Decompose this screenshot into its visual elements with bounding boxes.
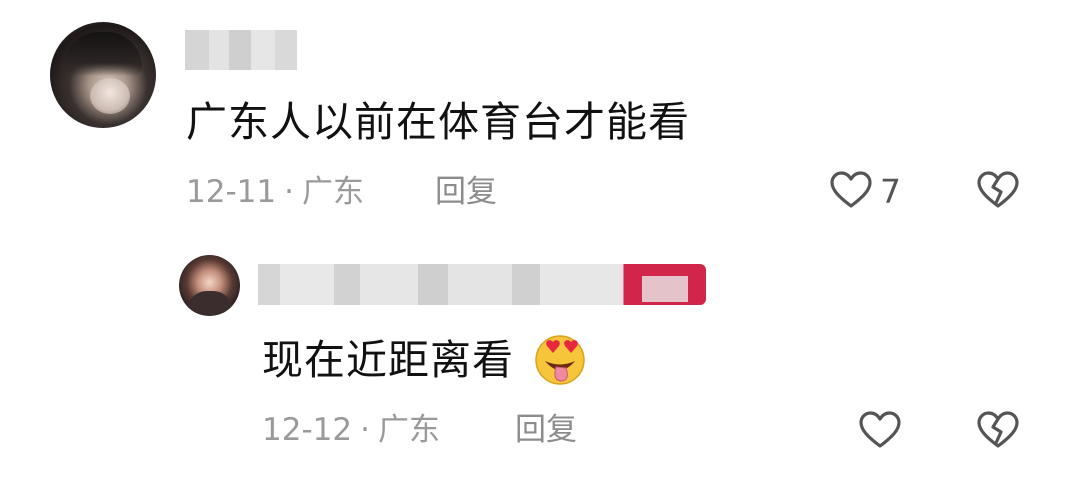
heart-outline-icon[interactable] (829, 170, 873, 210)
comment-meta: 12-12 · 广东 (262, 415, 440, 446)
reply-button[interactable]: 回复 (435, 177, 497, 208)
comment-date: 12-11 (186, 174, 277, 210)
username-redacted[interactable] (258, 264, 620, 305)
comment-meta: 12-11 · 广东 (186, 177, 364, 208)
meta-separator: · (284, 174, 294, 210)
reply-button[interactable]: 回复 (515, 415, 577, 446)
comment-date: 12-12 (262, 412, 353, 448)
comment-location: 广东 (301, 174, 364, 210)
broken-heart-icon[interactable] (976, 170, 1020, 210)
meta-separator: · (360, 412, 370, 448)
comment-location: 广东 (377, 412, 440, 448)
heart-outline-icon[interactable] (858, 410, 902, 450)
comment-text: 广东人以前在体育台才能看 (186, 98, 690, 146)
broken-heart-icon[interactable] (976, 410, 1020, 450)
like-count: 7 (880, 172, 901, 211)
comment-text: 现在近距离看 (262, 336, 514, 384)
avatar[interactable] (179, 255, 240, 316)
username-redacted[interactable] (185, 30, 297, 70)
user-badge (620, 264, 706, 305)
avatar[interactable] (50, 22, 156, 128)
heart-eyes-tongue-emoji (532, 331, 588, 387)
